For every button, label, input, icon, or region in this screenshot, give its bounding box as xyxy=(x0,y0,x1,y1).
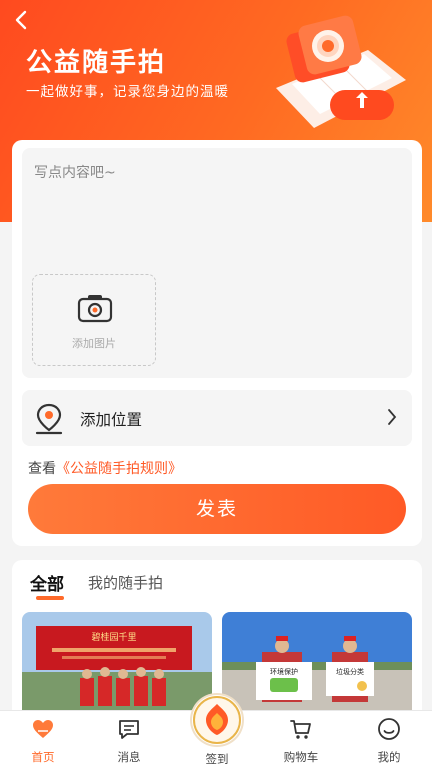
add-photo-button[interactable]: 添加图片 xyxy=(32,274,156,366)
rules-link[interactable]: 《公益随手拍规则》 xyxy=(56,461,182,477)
bottom-tab-bar: 首页 消息 签到 购物车 我的 xyxy=(0,695,432,768)
publish-button[interactable]: 发表 xyxy=(28,484,406,534)
tab-all[interactable]: 全部 xyxy=(30,570,64,595)
add-location-label: 添加位置 xyxy=(80,411,143,429)
feed-photo-1[interactable]: 碧桂园千里 xyxy=(22,612,212,712)
tab-cart[interactable]: 购物车 xyxy=(258,711,344,768)
page-subtitle: 一起做好事，记录您身边的温暖 xyxy=(26,84,229,100)
tab-my-photos[interactable]: 我的随手拍 xyxy=(88,572,163,593)
tab-home-label: 首页 xyxy=(31,750,55,764)
active-tab-indicator xyxy=(36,596,64,600)
tab-cart-label: 购物车 xyxy=(283,750,319,764)
message-icon xyxy=(119,720,139,739)
post-content-placeholder: 写点内容吧~ xyxy=(34,165,116,181)
signin-badge-icon xyxy=(193,696,241,744)
camera-icon xyxy=(77,295,113,323)
feed-photo-2-sign-a: 环境保护 xyxy=(270,667,298,676)
tab-profile[interactable]: 我的 xyxy=(346,711,432,768)
add-photo-label: 添加图片 xyxy=(72,337,116,350)
heart-icon xyxy=(33,720,53,738)
add-location-row[interactable]: 添加位置 xyxy=(22,390,412,446)
tab-signin-label: 签到 xyxy=(205,752,229,766)
location-pin-icon xyxy=(35,403,63,435)
feed-photo-2-image: 环境保护 垃圾分类 xyxy=(222,612,412,712)
tab-messages[interactable]: 消息 xyxy=(86,711,172,768)
cart-icon xyxy=(290,720,311,739)
compose-card: 写点内容吧~ 添加图片 添加位置 查看《公益随手拍规则》 发表 xyxy=(12,140,422,546)
feed-photo-1-image: 碧桂园千里 xyxy=(22,612,212,712)
feed-photo-1-banner: 碧桂园千里 xyxy=(91,631,136,643)
back-icon[interactable] xyxy=(10,8,34,32)
tab-messages-label: 消息 xyxy=(117,750,141,764)
tab-home[interactable]: 首页 xyxy=(0,711,86,768)
feed-photo-2[interactable]: 环境保护 垃圾分类 xyxy=(222,612,412,712)
tab-profile-label: 我的 xyxy=(377,750,401,764)
camera-illustration-icon xyxy=(276,15,406,128)
rules-line: 查看《公益随手拍规则》 xyxy=(28,458,182,478)
page-title: 公益随手拍 xyxy=(26,48,167,78)
signin-button[interactable] xyxy=(192,695,242,745)
post-content-input[interactable]: 写点内容吧~ 添加图片 xyxy=(22,148,412,378)
chevron-right-icon xyxy=(386,407,398,432)
profile-icon xyxy=(378,718,400,740)
feed-section: 全部 我的随手拍 碧桂园千里 环境保护 垃圾分类 xyxy=(12,560,422,712)
rules-prefix: 查看 xyxy=(28,461,56,477)
feed-photo-2-sign-b: 垃圾分类 xyxy=(336,667,364,676)
